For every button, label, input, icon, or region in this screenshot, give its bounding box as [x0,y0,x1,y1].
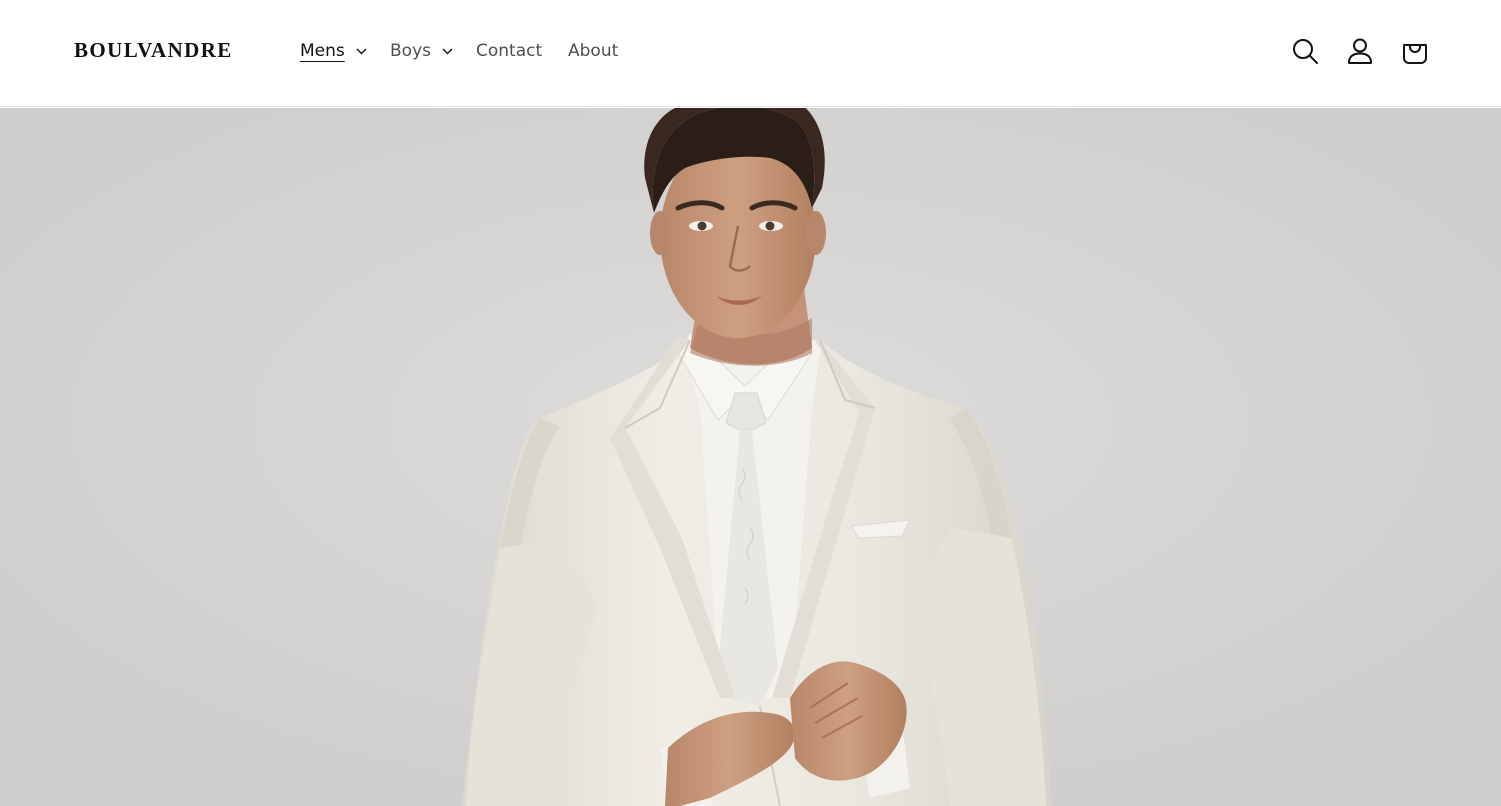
account-button[interactable] [1342,33,1378,69]
chevron-down-icon [442,48,453,54]
hero-banner [0,108,1501,806]
search-button[interactable] [1287,33,1323,69]
hero-image [0,108,1501,806]
nav-item-label: About [568,41,619,61]
nav-item-about[interactable]: About [568,37,618,65]
cart-icon [1403,44,1427,64]
chevron-down-icon [356,48,367,54]
account-icon [1348,38,1372,64]
nav-item-mens[interactable]: Mens [300,37,367,65]
cart-button[interactable] [1397,33,1433,69]
search-icon [1293,39,1318,64]
nav-item-contact[interactable]: Contact [476,37,542,65]
nav-item-label: Mens [300,41,345,61]
nav-item-label: Contact [476,41,543,61]
site-header: BOULVANDRE Mens Boys Contact About [0,0,1501,107]
nav-item-boys[interactable]: Boys [390,37,453,65]
nav-item-label: Boys [390,41,431,61]
site-logo[interactable]: BOULVANDRE [74,38,233,63]
